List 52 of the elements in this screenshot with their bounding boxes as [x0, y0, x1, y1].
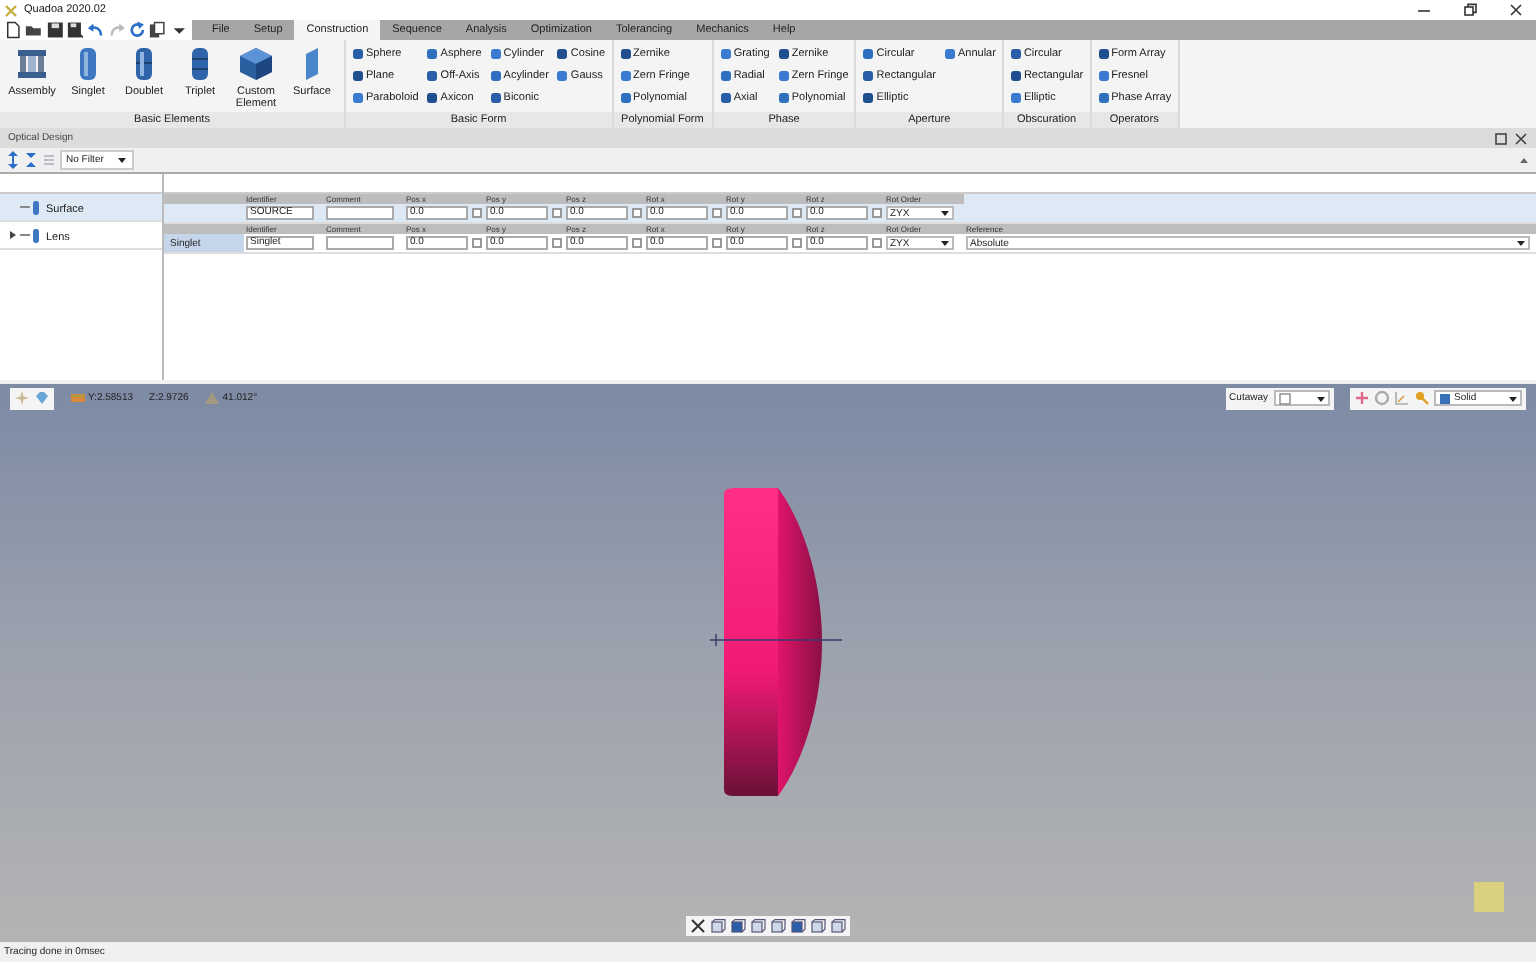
checkbox[interactable] — [872, 208, 882, 218]
cube-icon[interactable] — [770, 918, 786, 934]
collapse-icon[interactable] — [1518, 154, 1530, 166]
app-logo-icon — [4, 3, 18, 17]
checkbox[interactable] — [792, 208, 802, 218]
undo-icon[interactable] — [86, 20, 106, 40]
caret-icon — [940, 238, 950, 248]
caret-icon — [940, 208, 950, 218]
caret-icon — [1316, 393, 1326, 403]
gem-icon[interactable] — [34, 390, 50, 406]
checkbox[interactable] — [632, 238, 642, 248]
caret-icon — [1508, 393, 1518, 403]
cube-icon[interactable] — [710, 918, 726, 934]
corner-marker — [1474, 882, 1504, 912]
checkbox[interactable] — [712, 208, 722, 218]
cube-icon[interactable] — [750, 918, 766, 934]
expand-arrow-icon[interactable] — [8, 230, 18, 240]
checkbox[interactable] — [472, 208, 482, 218]
new-file-icon[interactable] — [4, 20, 23, 40]
fit-icon[interactable] — [690, 918, 706, 934]
caret-icon — [1516, 238, 1526, 248]
expand-all-icon[interactable] — [6, 150, 20, 170]
close-icon[interactable] — [1508, 2, 1524, 18]
cube-icon[interactable] — [830, 918, 846, 934]
axes-icon[interactable] — [1354, 390, 1370, 406]
save-icon[interactable] — [45, 20, 64, 40]
checkbox[interactable] — [712, 238, 722, 248]
cube-icon — [238, 46, 274, 82]
collapse-all-icon[interactable] — [24, 150, 38, 170]
checkbox[interactable] — [472, 238, 482, 248]
checkbox[interactable] — [552, 208, 562, 218]
cube-icon — [1438, 391, 1452, 405]
text-field[interactable] — [326, 206, 394, 220]
caret-icon — [115, 154, 128, 166]
cube-icon[interactable] — [730, 918, 746, 934]
checkbox[interactable] — [792, 238, 802, 248]
text-field[interactable] — [326, 236, 394, 250]
float-icon[interactable] — [1494, 131, 1508, 145]
assembly-icon — [14, 46, 50, 82]
copy-icon[interactable] — [148, 20, 168, 40]
shape-icon — [943, 47, 956, 59]
save-as-icon[interactable] — [65, 20, 85, 40]
checkbox[interactable] — [872, 238, 882, 248]
restore-icon[interactable] — [1462, 2, 1478, 18]
cutaway-dropdown[interactable] — [1274, 390, 1330, 406]
checkbox[interactable] — [552, 238, 562, 248]
cube-icon[interactable] — [810, 918, 826, 934]
checkbox[interactable] — [632, 208, 642, 218]
close-icon[interactable] — [1514, 131, 1528, 145]
angle-icon — [204, 390, 221, 406]
cube-icon[interactable] — [790, 918, 806, 934]
refresh-icon[interactable] — [127, 20, 147, 40]
